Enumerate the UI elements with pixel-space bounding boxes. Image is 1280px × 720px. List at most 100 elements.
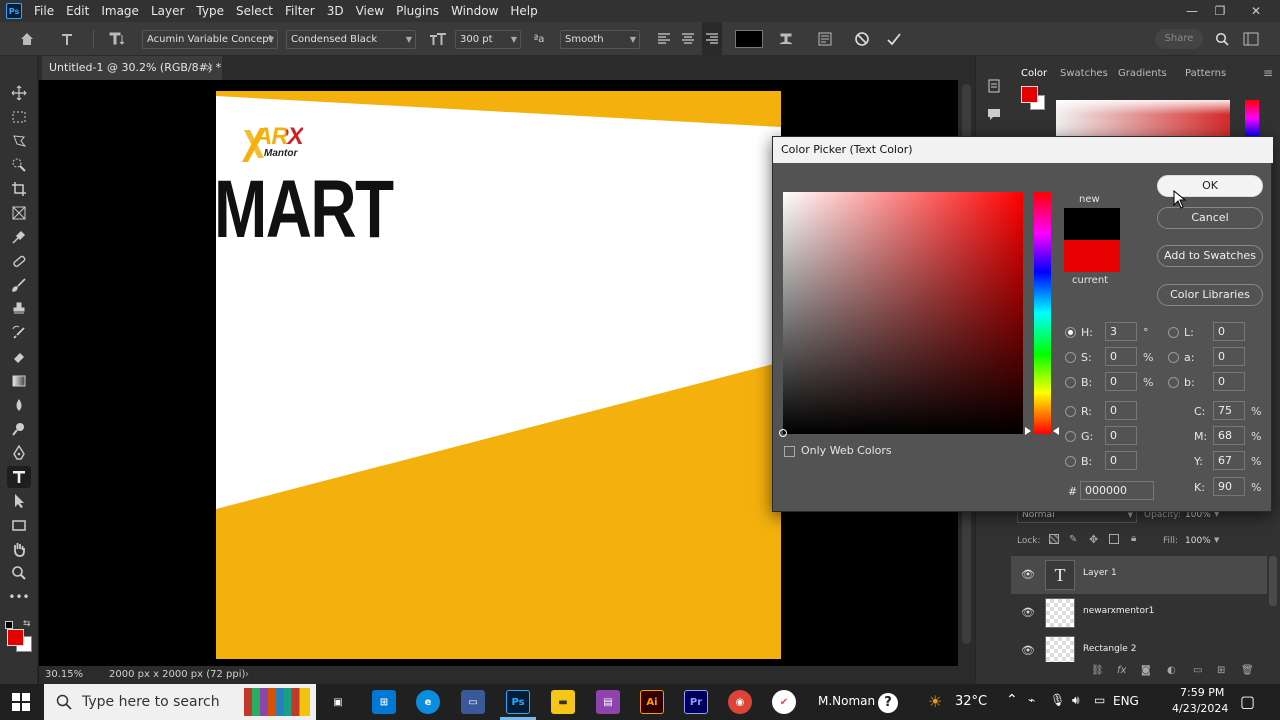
hue-field[interactable]: 3: [1105, 322, 1137, 341]
hex-field[interactable]: 000000: [1080, 481, 1154, 500]
font-style-select[interactable]: Condensed Black ▼: [286, 30, 416, 49]
microphone-icon[interactable]: 🎙︎: [1050, 693, 1065, 707]
lab-a-field[interactable]: 0: [1213, 347, 1245, 366]
user-name[interactable]: M.Noman: [818, 694, 875, 708]
add-mask-icon[interactable]: ◙: [1141, 665, 1151, 676]
rectangle-tool-icon[interactable]: [7, 514, 31, 536]
healing-brush-tool-icon[interactable]: [7, 250, 31, 272]
lock-transparent-icon[interactable]: [1049, 534, 1059, 544]
blue-radio[interactable]: [1065, 456, 1076, 467]
tab-swatches[interactable]: Swatches: [1060, 68, 1108, 79]
move-tool-icon[interactable]: [7, 82, 31, 104]
fill-chevron-icon[interactable]: ▼: [1214, 536, 1219, 544]
lock-artboard-icon[interactable]: [1109, 534, 1119, 544]
gradient-tool-icon[interactable]: [7, 370, 31, 392]
marquee-tool-icon[interactable]: [7, 106, 31, 128]
document-tab[interactable]: Untitled-1 @ 30.2% (RGB/8#) * ×: [42, 56, 222, 80]
new-layer-icon[interactable]: ⊞: [1217, 665, 1225, 676]
temperature[interactable]: 32°C: [955, 694, 987, 709]
layer-row[interactable]: 👁︎ T Layer 1: [1011, 556, 1267, 594]
lock-image-icon[interactable]: ✎: [1069, 534, 1077, 545]
text-color-swatch[interactable]: [733, 22, 765, 56]
panel-fg-bg-swatch[interactable]: [1021, 86, 1047, 112]
visibility-eye-icon[interactable]: 👁︎: [1021, 568, 1035, 581]
show-hidden-icons-icon[interactable]: ⌃: [1006, 692, 1018, 708]
clock-date[interactable]: 4/23/2024: [1172, 702, 1228, 715]
history-panel-icon[interactable]: [986, 78, 1002, 97]
windows-start-icon[interactable]: [12, 693, 30, 714]
saturation-brightness-field[interactable]: [783, 192, 1023, 434]
menu-plugins[interactable]: Plugins: [390, 0, 445, 22]
artboard[interactable]: ARX Mantor MART: [216, 91, 781, 659]
chrome-icon[interactable]: ◉: [728, 690, 752, 714]
saturation-field[interactable]: 0: [1105, 347, 1137, 366]
search-icon[interactable]: [1212, 22, 1232, 56]
menu-filter[interactable]: Filter: [279, 0, 321, 22]
checkmark-app-icon[interactable]: ✔: [772, 690, 796, 714]
status-expand-icon[interactable]: ›: [245, 666, 249, 684]
layer-row[interactable]: 👁︎ newarxmentor1: [1011, 594, 1267, 632]
warp-text-icon[interactable]: [776, 22, 796, 56]
link-layers-icon[interactable]: ⛓︎: [1091, 665, 1104, 676]
microsoft-store-icon[interactable]: ⊞: [372, 690, 396, 714]
share-button[interactable]: Share: [1155, 22, 1203, 56]
edge-icon[interactable]: e: [416, 690, 440, 714]
taskbar-search-input[interactable]: Type here to search: [44, 684, 316, 720]
premiere-icon[interactable]: Pr: [684, 690, 708, 714]
menu-layer[interactable]: Layer: [145, 0, 190, 22]
color-panel-hue-bar[interactable]: [1245, 100, 1259, 136]
type-tool-preset-icon[interactable]: [54, 22, 80, 56]
current-color-swatch[interactable]: [1064, 240, 1120, 272]
cancel-button[interactable]: Cancel: [1157, 207, 1263, 229]
visibility-eye-icon[interactable]: 👁︎: [1021, 606, 1035, 619]
headline-text[interactable]: MART: [216, 169, 394, 251]
lock-position-icon[interactable]: ✥: [1089, 533, 1098, 546]
hue-slider[interactable]: [1034, 192, 1051, 434]
more-tools-icon[interactable]: •••: [7, 586, 31, 608]
comments-panel-icon[interactable]: [986, 106, 1002, 125]
hue-slider-handle-left-icon[interactable]: [1025, 427, 1031, 435]
menu-3d[interactable]: 3D: [321, 0, 350, 22]
frame-tool-icon[interactable]: [7, 202, 31, 224]
brightness-field[interactable]: 0: [1105, 372, 1137, 391]
winrar-icon[interactable]: ▤: [596, 690, 620, 714]
weather-icon[interactable]: ☀: [928, 692, 942, 711]
lightness-field[interactable]: 0: [1213, 322, 1245, 341]
align-right-icon[interactable]: [702, 22, 722, 56]
hue-radio[interactable]: [1065, 327, 1076, 338]
only-web-colors-checkbox[interactable]: [784, 446, 795, 457]
close-window-button[interactable]: ✕: [1240, 0, 1272, 22]
cyan-field[interactable]: 75: [1213, 401, 1245, 420]
blur-tool-icon[interactable]: [7, 394, 31, 416]
commit-edits-icon[interactable]: [882, 22, 906, 56]
tab-patterns[interactable]: Patterns: [1185, 68, 1226, 79]
pen-tool-icon[interactable]: [7, 442, 31, 464]
align-center-icon[interactable]: [678, 22, 698, 56]
quick-selection-tool-icon[interactable]: [7, 154, 31, 176]
eyedropper-tool-icon[interactable]: [7, 226, 31, 248]
lightness-radio[interactable]: [1168, 327, 1179, 338]
magenta-field[interactable]: 68: [1213, 426, 1245, 445]
path-selection-tool-icon[interactable]: [7, 490, 31, 512]
volume-icon[interactable]: 🔊︎: [1072, 693, 1080, 708]
color-libraries-button[interactable]: Color Libraries: [1157, 284, 1263, 306]
menu-file[interactable]: File: [28, 0, 60, 22]
language-indicator[interactable]: ENG: [1113, 694, 1139, 708]
clone-stamp-tool-icon[interactable]: [7, 298, 31, 320]
green-radio[interactable]: [1065, 431, 1076, 442]
brightness-radio[interactable]: [1065, 377, 1076, 388]
font-family-select[interactable]: Acumin Variable Concept ▼: [142, 30, 278, 49]
red-field[interactable]: 0: [1105, 401, 1137, 420]
menu-view[interactable]: View: [350, 0, 390, 22]
layers-scrollbar[interactable]: [1269, 556, 1277, 606]
home-icon[interactable]: [14, 22, 40, 56]
network-icon[interactable]: ⌁: [1028, 693, 1035, 707]
add-to-swatches-button[interactable]: Add to Swatches: [1157, 245, 1263, 267]
tab-color[interactable]: Color: [1021, 68, 1047, 79]
lab-a-radio[interactable]: [1168, 352, 1179, 363]
black-field[interactable]: 90: [1213, 477, 1245, 496]
file-explorer-icon[interactable]: ▬: [551, 690, 575, 714]
tab-gradients[interactable]: Gradients: [1118, 68, 1167, 79]
swap-colors-icon[interactable]: ⇆: [23, 619, 31, 629]
monitor-app-icon[interactable]: ▭: [461, 690, 485, 714]
